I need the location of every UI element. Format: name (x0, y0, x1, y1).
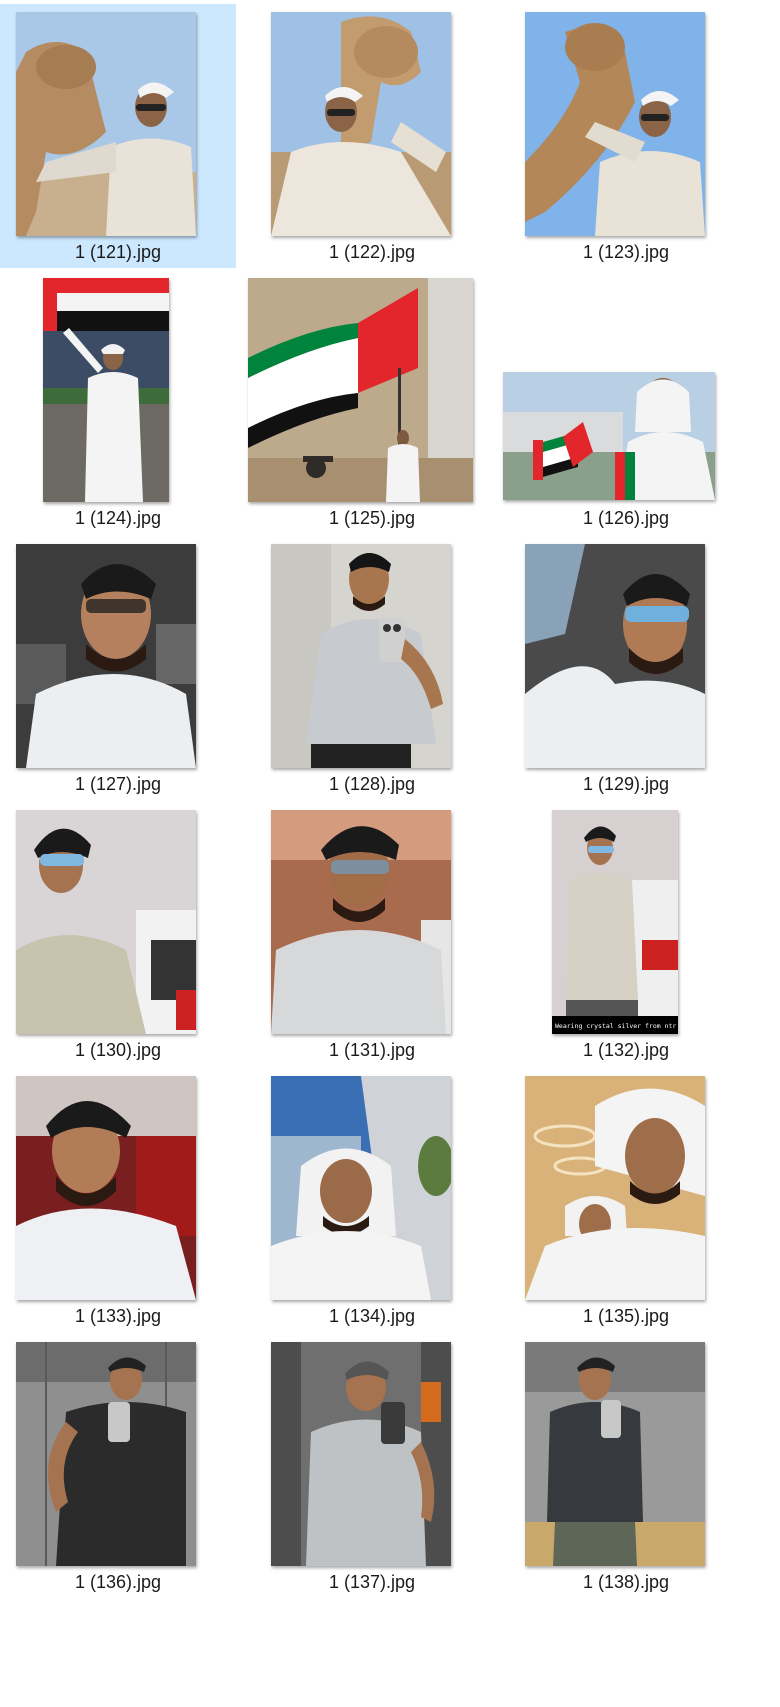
thumbnail[interactable] (525, 544, 705, 768)
file-item[interactable]: 1 (127).jpg (0, 536, 236, 800)
file-name: 1 (122).jpg (328, 242, 416, 262)
file-item[interactable]: 1 (125).jpg (248, 270, 490, 534)
file-item[interactable]: 1 (130).jpg (0, 802, 236, 1066)
file-item[interactable]: 1 (134).jpg (254, 1068, 490, 1332)
file-grid: 1 (121).jpg 1 (122).jpg 1 (123).jpg 1 (1… (0, 0, 780, 1707)
file-item[interactable]: Wearing crystal silver from ntr ae 1 (13… (508, 802, 744, 1066)
file-name: 1 (133).jpg (74, 1306, 162, 1326)
thumbnail[interactable] (271, 544, 451, 768)
file-name: 1 (129).jpg (582, 774, 670, 794)
thumbnail[interactable] (16, 544, 196, 768)
thumbnail[interactable] (271, 810, 451, 1034)
file-item[interactable]: 1 (122).jpg (254, 4, 490, 268)
file-name: 1 (131).jpg (328, 1040, 416, 1060)
file-item[interactable]: 1 (124).jpg (0, 270, 236, 534)
file-name: 1 (136).jpg (74, 1572, 162, 1592)
file-name: 1 (127).jpg (74, 774, 162, 794)
file-item[interactable]: 1 (129).jpg (508, 536, 744, 800)
thumbnail[interactable] (16, 1342, 196, 1566)
thumbnail[interactable] (16, 810, 196, 1034)
file-item[interactable]: 1 (123).jpg (508, 4, 744, 268)
file-name: 1 (132).jpg (582, 1040, 670, 1060)
file-item[interactable]: 1 (121).jpg (0, 4, 236, 268)
file-item[interactable]: 1 (131).jpg (254, 802, 490, 1066)
file-name: 1 (134).jpg (328, 1306, 416, 1326)
file-name: 1 (135).jpg (582, 1306, 670, 1326)
thumbnail[interactable] (525, 12, 705, 236)
thumbnail[interactable] (16, 12, 196, 236)
thumbnail[interactable] (525, 1342, 705, 1566)
file-name: 1 (126).jpg (582, 508, 670, 528)
file-item[interactable]: 1 (128).jpg (254, 536, 490, 800)
file-name: 1 (130).jpg (74, 1040, 162, 1060)
file-item[interactable]: 1 (133).jpg (0, 1068, 236, 1332)
file-item[interactable]: 1 (138).jpg (508, 1334, 744, 1707)
file-name: 1 (128).jpg (328, 774, 416, 794)
thumbnail[interactable] (271, 1076, 451, 1300)
file-item[interactable]: 1 (136).jpg (0, 1334, 236, 1707)
file-name: 1 (125).jpg (328, 508, 416, 528)
thumbnail[interactable]: Wearing crystal silver from ntr ae (552, 810, 678, 1034)
thumbnail[interactable] (271, 1342, 451, 1566)
thumbnail[interactable] (503, 372, 715, 500)
file-name: 1 (123).jpg (582, 242, 670, 262)
thumbnail[interactable] (16, 1076, 196, 1300)
file-item[interactable]: 1 (135).jpg (508, 1068, 744, 1332)
thumbnail[interactable] (525, 1076, 705, 1300)
file-item[interactable]: 1 (126).jpg (503, 270, 744, 534)
file-item[interactable]: 1 (137).jpg (254, 1334, 490, 1707)
thumbnail[interactable] (43, 278, 169, 502)
file-name: 1 (124).jpg (74, 508, 162, 528)
file-name: 1 (121).jpg (74, 242, 162, 262)
caption-text: Wearing crystal silver from ntr ae (555, 1022, 678, 1030)
file-name: 1 (138).jpg (582, 1572, 670, 1592)
thumbnail[interactable] (248, 278, 473, 502)
file-name: 1 (137).jpg (328, 1572, 416, 1592)
thumbnail[interactable] (271, 12, 451, 236)
